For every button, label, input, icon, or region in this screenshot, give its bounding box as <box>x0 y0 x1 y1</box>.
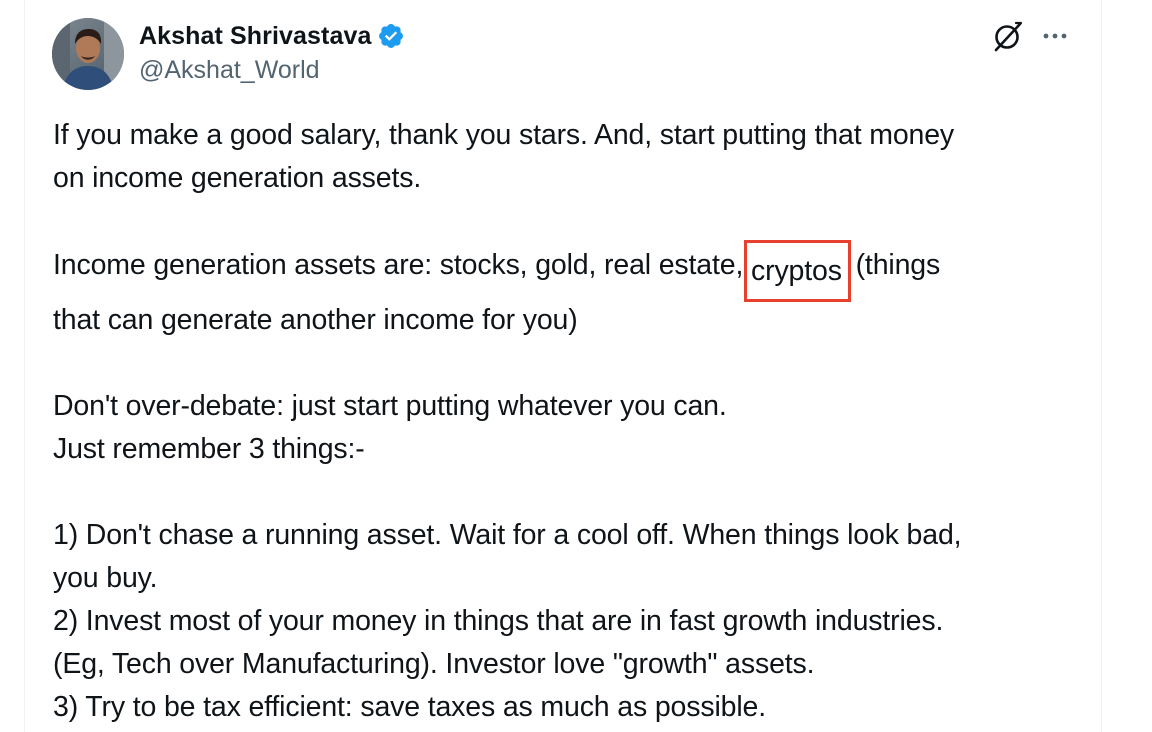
tweet-line: If you make a good salary, thank you sta… <box>53 119 955 151</box>
grok-icon[interactable] <box>992 20 1024 52</box>
tweet-line: Don't over-debate: just start putting wh… <box>53 390 727 422</box>
tweet-line: 2) Invest most of your money in things t… <box>53 605 944 637</box>
tweet-line: that can generate another income for you… <box>53 304 578 336</box>
author-handle[interactable]: @Akshat_World <box>139 56 320 85</box>
tweet-line: Just remember 3 things:- <box>53 433 365 465</box>
tweet-line: (Eg, Tech over Manufacturing). Investor … <box>53 648 815 680</box>
more-options-icon[interactable] <box>1040 22 1070 50</box>
tweet-line: 3) Try to be tax efficient: save taxes a… <box>53 691 766 723</box>
tweet-body: If you make a good salary, thank you sta… <box>53 114 1093 729</box>
author-name-row[interactable]: Akshat Shrivastava <box>139 20 405 52</box>
avatar[interactable] <box>52 18 124 90</box>
tweet-line: you buy. <box>53 562 158 594</box>
verified-badge-icon <box>377 22 405 50</box>
tweet-line: 1) Don't chase a running asset. Wait for… <box>53 519 962 551</box>
highlighted-word-cryptos: cryptos <box>744 240 851 302</box>
author-display-name[interactable]: Akshat Shrivastava <box>139 22 371 51</box>
tweet-line: on income generation assets. <box>53 162 422 194</box>
tweet-text-segment: Income generation assets are: stocks, go… <box>53 249 751 281</box>
tweet-text-segment: (things <box>847 249 941 281</box>
tweet-line: Income generation assets are: stocks, go… <box>53 240 1093 302</box>
